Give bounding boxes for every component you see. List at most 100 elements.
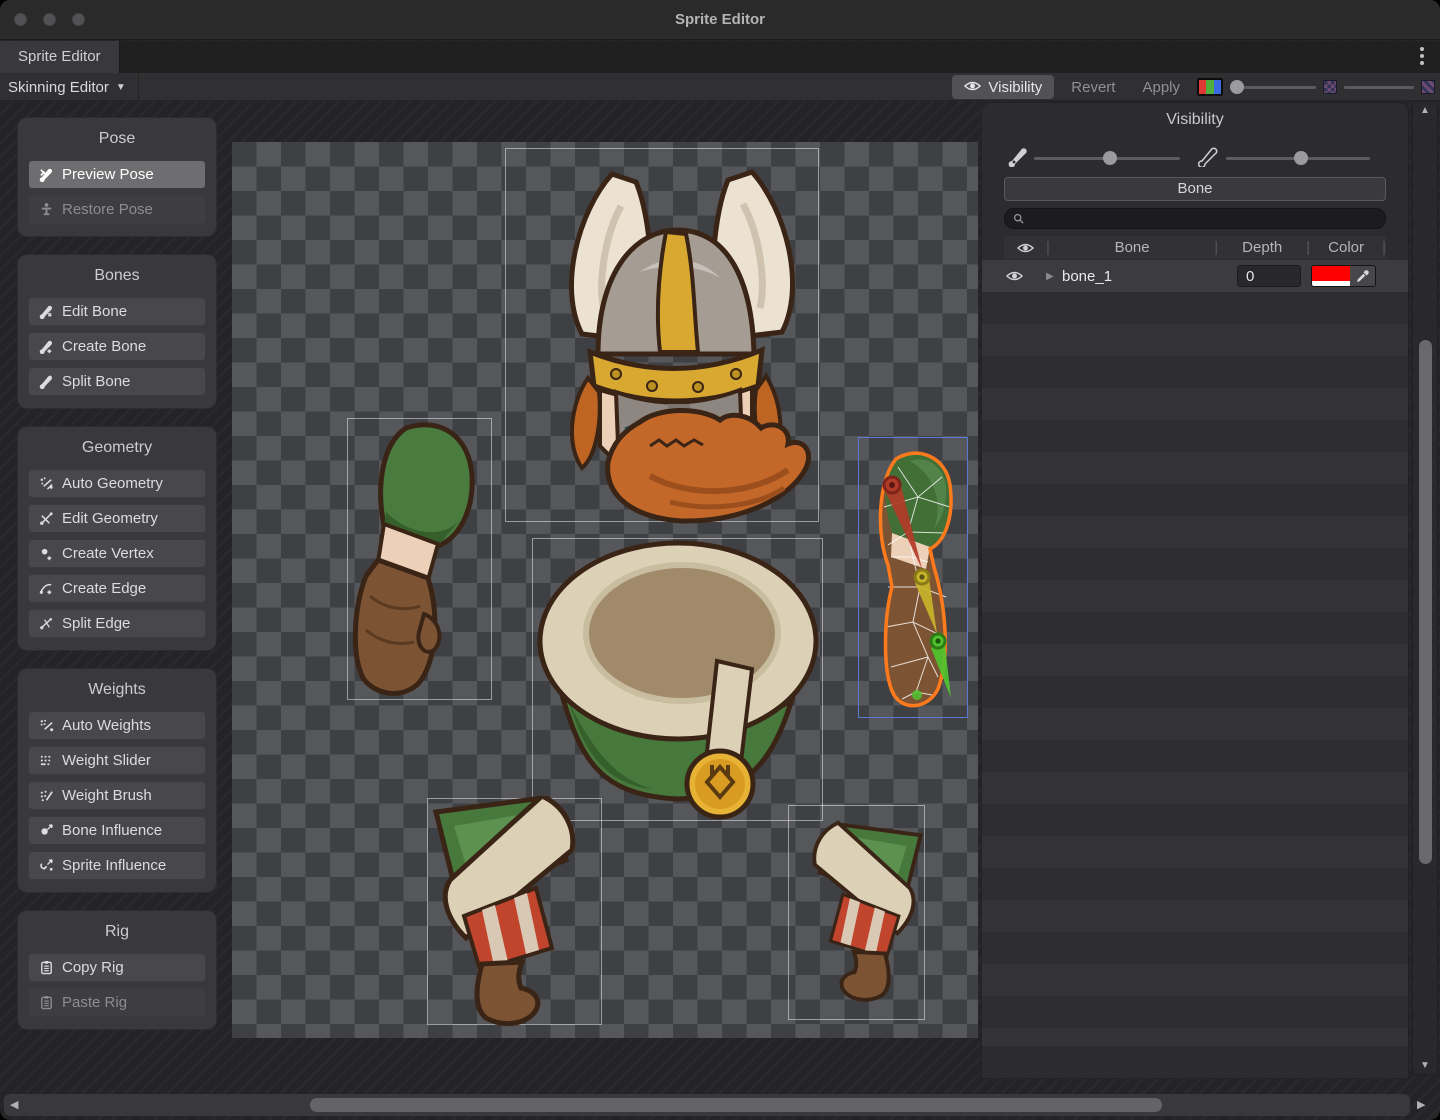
selected-arm-sprite[interactable]: [858, 437, 968, 718]
depth-column-header[interactable]: Depth: [1218, 239, 1306, 256]
bone-column-header[interactable]: Bone: [1050, 239, 1214, 256]
edge-create-icon: [38, 581, 54, 597]
sprite-canvas[interactable]: [232, 142, 978, 1038]
split-edge-button[interactable]: Split Edge: [28, 609, 206, 638]
auto-geometry-button[interactable]: Auto Geometry: [28, 469, 206, 498]
mitten-arm-sprite[interactable]: [346, 416, 492, 704]
geometry-auto-icon: [38, 476, 54, 492]
expand-triangle-icon[interactable]: ▶: [1046, 271, 1062, 282]
apply-button[interactable]: Apply: [1132, 75, 1190, 99]
scroll-right-icon[interactable]: ▶: [1417, 1098, 1425, 1111]
revert-button[interactable]: Revert: [1061, 75, 1125, 99]
color-column-header[interactable]: Color: [1310, 239, 1382, 256]
visibility-panel-title: Visibility: [982, 103, 1408, 129]
group-title: Pose: [28, 130, 206, 148]
group-rig: RigCopy RigPaste Rig: [18, 911, 216, 1029]
scroll-left-icon[interactable]: ◀: [10, 1098, 18, 1111]
group-pose: Pose Preview Pose Restore Pose: [18, 118, 216, 236]
sprite-opacity-icon: [1198, 147, 1218, 167]
eyedropper-icon[interactable]: [1350, 266, 1375, 286]
panel-sprite-opacity-slider[interactable]: [1226, 151, 1370, 165]
preview-pose-button[interactable]: Preview Pose: [28, 160, 206, 189]
weight-brush-button[interactable]: Weight Brush: [28, 781, 206, 810]
toolbar: Skinning Editor ▼ Visibility Revert Appl…: [0, 73, 1440, 101]
bone-opacity-icon: [1008, 147, 1028, 167]
sprite-transparency-icon: [1323, 80, 1337, 94]
button-label: Create Bone: [62, 338, 146, 355]
bone-opacity-slider[interactable]: [1230, 80, 1316, 94]
mode-dropdown[interactable]: Skinning Editor ▼: [0, 73, 139, 101]
bone-search[interactable]: [1004, 208, 1386, 229]
bone-influence-button[interactable]: Bone Influence: [28, 816, 206, 845]
copy-rig-button[interactable]: Copy Rig: [28, 953, 206, 982]
restore-pose-button: Restore Pose: [28, 195, 206, 224]
bone-table-rows: ▶bone_1: [982, 260, 1408, 292]
empty-row-stripes: [982, 292, 1408, 1046]
weights-auto-icon: [38, 718, 54, 734]
group-bones: BonesEdit BoneCreate BoneSplit Bone: [18, 255, 216, 408]
bone-name[interactable]: bone_1: [1062, 268, 1237, 285]
tab-sprite-editor[interactable]: Sprite Editor: [0, 41, 120, 73]
tool-sidebar: PosePreview PoseRestore PoseBonesEdit Bo…: [18, 118, 216, 1048]
auto-weights-button[interactable]: Auto Weights: [28, 711, 206, 740]
right-leg-sprite[interactable]: [790, 804, 930, 1022]
slider-knob: [1294, 151, 1308, 165]
weight-brush-icon: [38, 788, 54, 804]
button-label: Copy Rig: [62, 959, 124, 976]
visibility-column-icon: [1004, 242, 1046, 254]
button-label: Sprite Influence: [62, 857, 166, 874]
create-edge-button[interactable]: Create Edge: [28, 574, 206, 603]
button-label: Restore Pose: [62, 201, 153, 218]
button-label: Split Bone: [62, 373, 130, 390]
weight-slider-button[interactable]: Weight Slider: [28, 746, 206, 775]
tab-bar: Sprite Editor: [0, 41, 1440, 73]
button-label: Create Edge: [62, 580, 146, 597]
sprite-influence-icon: [38, 858, 54, 874]
button-label: Weight Brush: [62, 787, 152, 804]
bone-tab[interactable]: Bone: [1004, 177, 1386, 201]
viking-head-sprite[interactable]: [500, 146, 820, 524]
group-title: Rig: [28, 923, 206, 941]
button-label: Bone Influence: [62, 822, 162, 839]
button-label: Create Vertex: [62, 545, 154, 562]
scroll-up-icon[interactable]: ▲: [1413, 105, 1437, 116]
bone-color-swatch[interactable]: [1312, 266, 1350, 286]
group-weights: WeightsAuto WeightsWeight SliderWeight B…: [18, 669, 216, 892]
color-channels-icon[interactable]: [1197, 78, 1223, 96]
vertical-scrollbar[interactable]: ▲ ▼: [1412, 101, 1438, 1075]
torso-sprite[interactable]: [532, 537, 824, 822]
horizontal-scrollbar[interactable]: ◀: [4, 1094, 1410, 1116]
create-vertex-button[interactable]: Create Vertex: [28, 539, 206, 568]
kebab-menu-icon[interactable]: [1420, 47, 1424, 65]
horizontal-scrollbar-thumb[interactable]: [310, 1098, 1162, 1112]
sprite-editor-window: Sprite Editor Sprite Editor Skinning Edi…: [0, 0, 1440, 1120]
pose-restore-icon: [38, 202, 54, 218]
sprite-influence-button[interactable]: Sprite Influence: [28, 851, 206, 880]
button-label: Edit Geometry: [62, 510, 158, 527]
bone-edit-icon: [38, 304, 54, 320]
scroll-down-icon[interactable]: ▼: [1413, 1060, 1437, 1071]
depth-input[interactable]: [1237, 265, 1301, 287]
row-visibility-eye-icon[interactable]: [982, 270, 1046, 282]
window-title: Sprite Editor: [0, 0, 1440, 40]
group-title: Geometry: [28, 439, 206, 457]
button-label: Auto Weights: [62, 717, 151, 734]
bone-create-icon: [38, 339, 54, 355]
mode-dropdown-label: Skinning Editor: [8, 79, 109, 96]
button-label: Preview Pose: [62, 166, 154, 183]
left-leg-sprite[interactable]: [424, 796, 604, 1028]
split-bone-button[interactable]: Split Bone: [28, 367, 206, 396]
geometry-edit-icon: [38, 511, 54, 527]
edit-bone-button[interactable]: Edit Bone: [28, 297, 206, 326]
visibility-toggle-button[interactable]: Visibility: [952, 75, 1054, 99]
search-input[interactable]: [1029, 211, 1377, 226]
eye-icon: [964, 79, 981, 96]
chevron-down-icon: ▼: [116, 82, 126, 93]
panel-bone-opacity-slider[interactable]: [1034, 151, 1180, 165]
vertical-scrollbar-thumb[interactable]: [1419, 340, 1432, 864]
create-bone-button[interactable]: Create Bone: [28, 332, 206, 361]
mesh-opacity-slider[interactable]: [1344, 80, 1414, 94]
bone-row[interactable]: ▶bone_1: [982, 260, 1408, 292]
tab-label: Sprite Editor: [18, 48, 101, 65]
edit-geometry-button[interactable]: Edit Geometry: [28, 504, 206, 533]
